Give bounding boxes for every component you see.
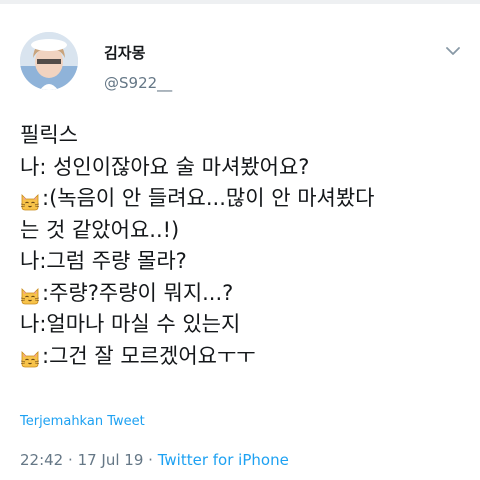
- tweet-line-text: 필릭스: [20, 123, 78, 147]
- tweet-line: 나: 성인이잖아요 술 마셔봤어요?: [20, 152, 460, 184]
- meta-separator: ·: [148, 451, 153, 469]
- tweet-line: :(녹음이 안 들려요...많이 안 마셔봤다: [20, 183, 460, 215]
- tweet-metadata: 22:42 · 17 Jul 19 · Twitter for iPhone: [20, 451, 289, 469]
- tweet-time: 22:42: [20, 451, 64, 469]
- tweet-line: 는 것 같았어요..!): [20, 215, 460, 247]
- tweet-line-text: 나:그럼 주량 몰라?: [20, 249, 187, 273]
- author-display-name[interactable]: 김자몽: [104, 42, 145, 63]
- tweet-line-text: :주량?주량이 뭐지...?: [42, 280, 234, 305]
- tweet-line: 필릭스: [20, 120, 460, 152]
- tweet-source-link[interactable]: Twitter for iPhone: [158, 451, 289, 469]
- chevron-down-icon[interactable]: [444, 44, 462, 58]
- tweet-line: 나:그럼 주량 몰라?: [20, 246, 460, 278]
- cat-face-icon: [20, 346, 40, 368]
- tweet-line: 나:얼마나 마실 수 있는지: [20, 309, 460, 341]
- meta-separator: ·: [68, 451, 73, 469]
- translate-tweet-link[interactable]: Terjemahkan Tweet: [20, 414, 145, 429]
- tweet-line-text: 는 것 같았어요..!): [20, 217, 180, 242]
- tweet-line: :주량?주량이 뭐지...?: [20, 278, 460, 310]
- tweet-card: 김자몽 @S922__ 필릭스나: 성인이잖아요 술 마셔봤어요? :(녹음이 안…: [0, 0, 480, 480]
- cat-face-icon: [20, 189, 40, 211]
- author-handle[interactable]: @S922__: [104, 74, 172, 92]
- tweet-line-text: :그건 잘 모르겠어요ㅜㅜ: [42, 343, 256, 368]
- top-divider: [0, 0, 480, 4]
- tweet-line-text: 나:얼마나 마실 수 있는지: [20, 312, 241, 336]
- tweet-text: 필릭스나: 성인이잖아요 술 마셔봤어요? :(녹음이 안 들려요...많이 안 …: [20, 120, 460, 372]
- avatar[interactable]: [20, 32, 78, 90]
- cat-face-icon: [20, 283, 40, 305]
- tweet-line-text: :(녹음이 안 들려요...많이 안 마셔봤다: [42, 186, 375, 210]
- tweet-date[interactable]: 17 Jul 19: [78, 451, 144, 469]
- tweet-line-text: 나: 성인이잖아요 술 마셔봤어요?: [20, 154, 310, 179]
- tweet-line: :그건 잘 모르겠어요ㅜㅜ: [20, 341, 460, 373]
